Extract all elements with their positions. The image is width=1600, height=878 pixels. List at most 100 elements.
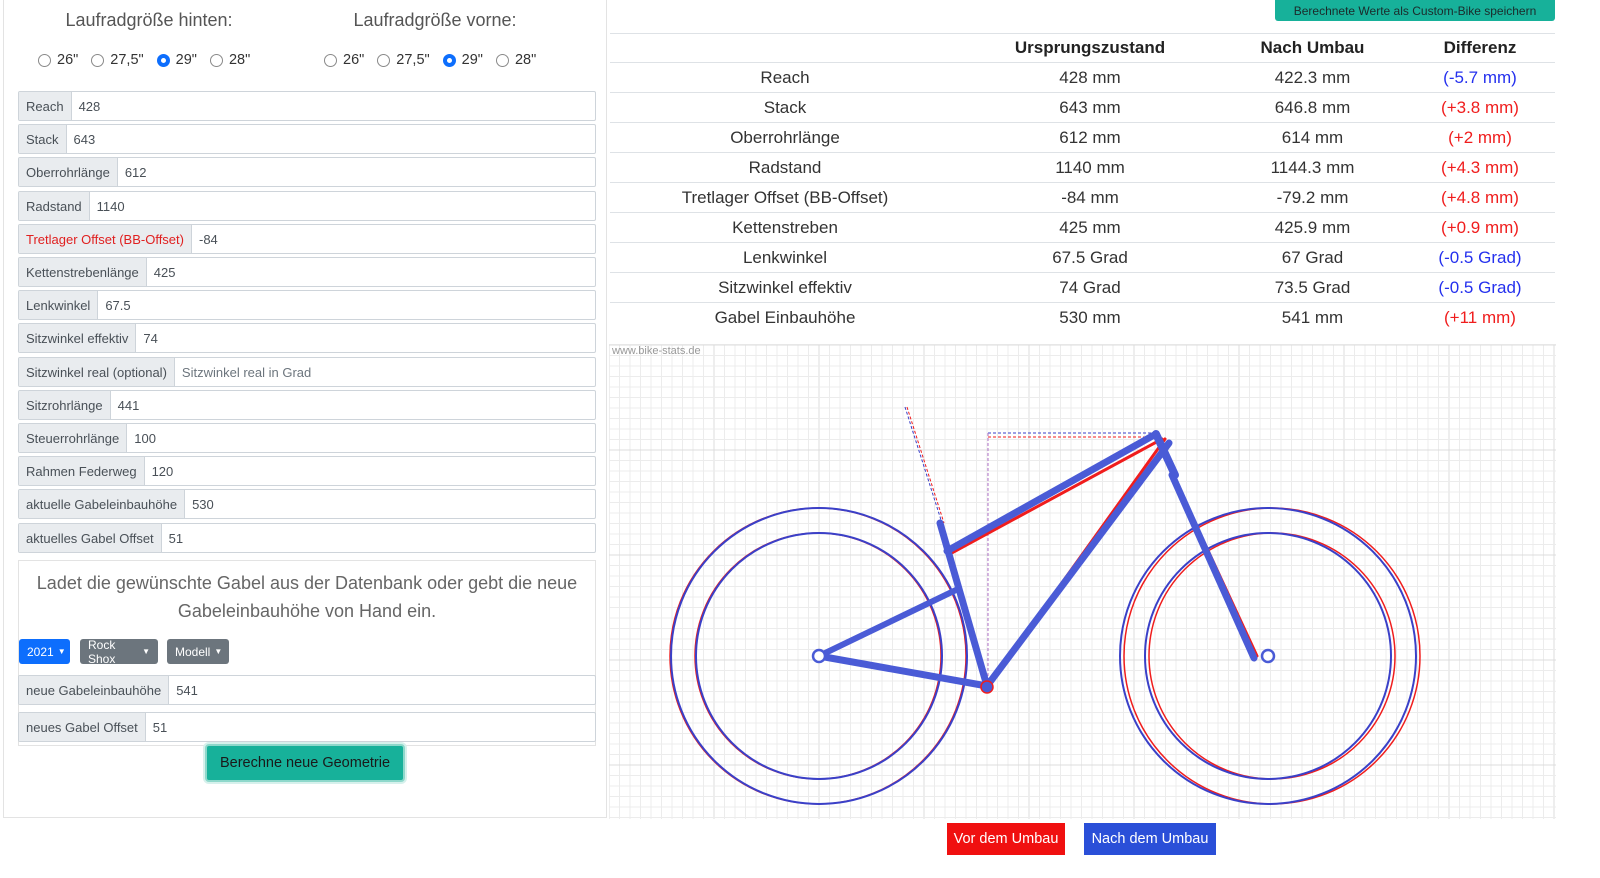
rear-wheel-29-radio[interactable]: 29" [156,52,197,68]
field-input[interactable]: 74 [136,324,164,352]
model-dropdown[interactable]: Modell ▼ [167,639,229,664]
field-rahmen-federweg[interactable]: Rahmen Federweg 120 [18,456,596,486]
result-name: Kettenstreben [610,212,960,243]
field-input[interactable]: 441 [111,391,147,419]
result-after: 73.5 Grad [1220,272,1405,303]
field-label: Sitzrohrlänge [19,391,111,419]
results-header-row: Ursprungszustand Nach Umbau Differenz [610,33,1555,63]
result-after: 646.8 mm [1220,92,1405,123]
radio-circle-icon[interactable] [91,53,105,67]
field-input[interactable]: 67.5 [98,291,137,319]
field-label: Sitzwinkel effektiv [19,324,137,352]
brand-dropdown[interactable]: Rock Shox ▼ [80,637,158,666]
result-after: 614 mm [1220,122,1405,153]
new-fork-length-field[interactable]: neue Gabeleinbauhöhe 541 [18,675,596,705]
result-after: 425.9 mm [1220,212,1405,243]
results-row: Sitzwinkel effektiv 74 Grad 73.5 Grad (-0.5… [610,272,1555,303]
field-label: aktuelle Gabeleinbauhöhe [19,490,186,518]
legend-before[interactable]: Vor dem Umbau [947,823,1065,855]
radio-label: 26" [57,52,79,68]
calculate-geometry-button[interactable]: Berechne neue Geometrie [205,744,405,782]
rear-wheel-size-title: Laufradgröße hinten: [65,10,233,30]
rear-axle [811,648,827,664]
new-fork-offset-field[interactable]: neues Gabel Offset 51 [18,712,596,742]
field-input[interactable]: -84 [192,225,225,253]
result-difference: (-0.5 Grad) [1405,272,1555,303]
field-stack[interactable]: Stack 643 [18,124,596,154]
field-aktuelle-gabeleinbauhöhe[interactable]: aktuelle Gabeleinbauhöhe 530 [18,489,596,519]
radio-circle-icon[interactable] [38,53,51,67]
result-name: Stack [610,92,960,123]
radio-label: 26" [343,52,365,68]
radio-circle-icon[interactable] [209,53,223,67]
result-difference: (-0.5 Grad) [1405,242,1555,273]
front-wheel-27-5-radio[interactable]: 27,5" [377,52,430,68]
front-wheel-size-title: Laufradgröße vorne: [353,10,517,30]
front-wheel-28-radio[interactable]: 28" [495,52,536,68]
field-sitzrohrlänge[interactable]: Sitzrohrlänge 441 [18,390,596,420]
new-fork-length-label: neue Gabeleinbauhöhe [19,676,170,704]
field-input[interactable]: 612 [118,158,154,186]
field-kettenstrebenlänge[interactable]: Kettenstrebenlänge 425 [18,257,596,287]
radio-checked-icon[interactable] [156,53,170,67]
field-label: Rahmen Federweg [19,457,145,485]
field-label: Stack [19,125,67,153]
result-name: Sitzwinkel effektiv [610,272,960,303]
rear-wheel-26-radio[interactable]: 26" [38,52,78,68]
results-row: Oberrohrlänge 612 mm 614 mm (+2 mm) [610,122,1555,153]
field-input[interactable]: 428 [72,92,108,120]
front-wheel-29-radio[interactable]: 29" [442,52,483,68]
front-wheel-26-radio[interactable]: 26" [324,52,364,68]
field-reach[interactable]: Reach 428 [18,91,596,121]
new-fork-length-value[interactable]: 541 [169,676,205,704]
field-input[interactable]: 100 [127,424,163,452]
field-steuerrohrlänge[interactable]: Steuerrohrlänge 100 [18,423,596,453]
radio-checked-icon[interactable] [442,53,456,67]
field-tretlager-offset-bb-offset[interactable]: Tretlager Offset (BB-Offset) -84 [18,224,596,254]
new-fork-offset-value[interactable]: 51 [146,713,174,741]
result-name: Reach [610,62,960,93]
field-input[interactable]: 1140 [90,192,132,220]
results-row: Reach 428 mm 422.3 mm (-5.7 mm) [610,62,1555,93]
rear-wheel-28-radio[interactable]: 28" [209,52,250,68]
field-input[interactable]: 643 [67,125,103,153]
rear-wheel-27-5-radio[interactable]: 27,5" [91,52,144,68]
header-after: Nach Umbau [1220,33,1405,63]
field-input[interactable]: 530 [185,490,221,518]
result-original: 643 mm [960,92,1220,123]
radio-circle-icon[interactable] [377,53,391,67]
result-difference: (-5.7 mm) [1405,62,1555,93]
model-dropdown-label: Modell [175,644,211,659]
field-radstand[interactable]: Radstand 1140 [18,191,596,221]
field-lenkwinkel[interactable]: Lenkwinkel 67.5 [18,290,596,320]
field-oberrohrlänge[interactable]: Oberrohrlänge 612 [18,157,596,187]
result-original: 612 mm [960,122,1220,153]
year-dropdown[interactable]: 2021 ▼ [19,639,70,664]
field-input[interactable]: 120 [145,457,181,485]
field-input-placeholder[interactable]: Sitzwinkel real in Grad [175,358,318,386]
field-sitzwinkel-real-optional[interactable]: Sitzwinkel real (optional) Sitzwinkel rea… [18,357,596,387]
bike-geometry-svg [608,344,1556,819]
field-aktuelles-gabel-offset[interactable]: aktuelles Gabel Offset 51 [18,523,596,553]
radio-circle-icon[interactable] [495,53,509,67]
result-after: 1144.3 mm [1220,152,1405,183]
result-difference: (+3.8 mm) [1405,92,1555,123]
geometry-input-panel: Laufradgröße hinten: 26" 27,5" 29" 28" L… [3,0,607,818]
frame-after [815,430,1258,690]
result-difference: (+0.9 mm) [1405,212,1555,243]
result-difference: (+2 mm) [1405,122,1555,153]
radio-label: 27,5" [396,52,430,68]
result-original: 67.5 Grad [960,242,1220,273]
field-input[interactable]: 425 [147,258,183,286]
brand-dropdown-label: Rock Shox [88,637,116,666]
legend-after[interactable]: Nach dem Umbau [1084,823,1216,855]
radio-label: 29" [461,52,483,68]
result-name: Oberrohrlänge [610,122,960,153]
field-label: Steuerrohrlänge [19,424,128,452]
radio-circle-icon[interactable] [324,53,337,67]
save-custom-bike-button[interactable]: Berechnete Werte als Custom-Bike speiche… [1275,0,1555,21]
field-sitzwinkel-effektiv[interactable]: Sitzwinkel effektiv 74 [18,323,596,353]
field-input[interactable]: 51 [162,524,190,552]
front-wheel-size-options: 26" 27,5" 29" 28" [324,52,549,68]
result-original: 1140 mm [960,152,1220,183]
